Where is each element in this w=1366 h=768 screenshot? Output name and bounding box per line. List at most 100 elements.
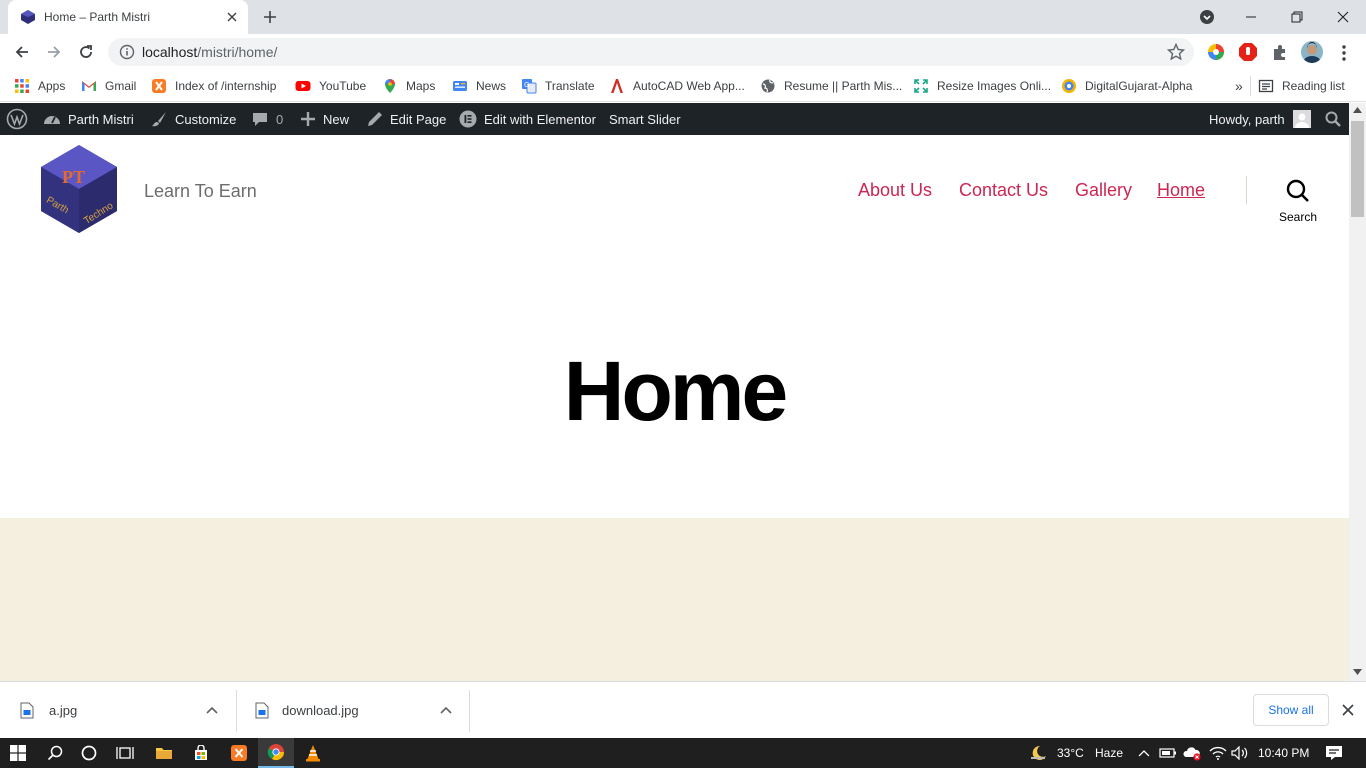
profile-avatar[interactable] <box>1301 41 1323 63</box>
resize-icon <box>913 78 929 94</box>
bookmark-digitalgujarat[interactable]: DigitalGujarat-Alpha <box>1061 76 1192 96</box>
wp-admin-bar: Parth Mistri Customize 0 New Edit Page E… <box>0 103 1366 135</box>
restore-button[interactable] <box>1274 0 1320 34</box>
file-explorer-icon[interactable] <box>146 738 182 768</box>
tab-search-button[interactable] <box>1184 0 1230 34</box>
notifications-icon[interactable] <box>1322 738 1346 768</box>
new-tab-button[interactable] <box>258 6 282 28</box>
bookmark-apps[interactable]: Apps <box>14 76 65 96</box>
clock-time[interactable]: 10:40 PM <box>1258 738 1309 768</box>
nav-home[interactable]: Home <box>1157 180 1205 201</box>
search-label: Search <box>1278 210 1318 224</box>
bookmark-news[interactable]: News <box>452 76 506 96</box>
svg-text:G: G <box>524 81 529 89</box>
bookmark-resume[interactable]: Resume || Parth Mis... <box>760 76 902 96</box>
bookmark-translate[interactable]: G Translate <box>521 76 595 96</box>
pencil-icon <box>367 111 383 127</box>
back-button[interactable] <box>8 38 36 66</box>
close-window-button[interactable] <box>1320 0 1366 34</box>
volume-icon[interactable] <box>1230 738 1250 768</box>
adblock-extension-icon[interactable] <box>1238 42 1258 62</box>
admin-site-name-label: Parth Mistri <box>68 111 134 127</box>
comment-bubble-icon <box>251 110 269 128</box>
site-logo[interactable]: PT Parth Techno <box>40 145 118 233</box>
show-all-downloads-button[interactable]: Show all <box>1253 694 1329 726</box>
search-toggle-button[interactable]: Search <box>1270 177 1326 227</box>
start-button[interactable] <box>0 738 36 768</box>
admin-customize[interactable]: Customize <box>150 103 236 135</box>
taskbar-search-icon[interactable] <box>38 738 72 768</box>
admin-site-name[interactable]: Parth Mistri <box>43 103 134 135</box>
reload-button[interactable] <box>72 38 100 66</box>
tray-chevron-up-icon[interactable] <box>1136 738 1152 768</box>
admin-account[interactable]: Howdy, parth <box>1209 103 1311 135</box>
chevron-up-icon[interactable] <box>206 706 218 714</box>
bookmark-maps[interactable]: Maps <box>382 76 435 96</box>
more-bookmarks-button[interactable]: » <box>1235 76 1243 96</box>
site-info-icon[interactable] <box>119 44 135 60</box>
bookmark-label: Resize Images Onli... <box>937 79 1052 93</box>
weather-condition[interactable]: Haze <box>1095 738 1123 768</box>
admin-edit-page[interactable]: Edit Page <box>367 103 446 135</box>
bookmark-resize-images[interactable]: Resize Images Onli... <box>913 76 1051 96</box>
scroll-up-arrow-icon[interactable] <box>1353 107 1362 113</box>
cortana-icon[interactable] <box>72 738 106 768</box>
download-item-download[interactable]: download.jpg <box>255 682 460 739</box>
globe-icon <box>760 78 776 94</box>
maps-pin-icon <box>382 78 398 94</box>
wp-logo-menu[interactable] <box>6 103 28 135</box>
dashboard-gauge-icon <box>43 110 61 128</box>
extensions-puzzle-icon[interactable] <box>1270 42 1290 62</box>
xampp-taskbar-icon[interactable] <box>221 738 257 768</box>
reading-list-button[interactable]: Reading list <box>1250 76 1345 96</box>
search-icon <box>1286 179 1310 203</box>
bookmark-star-icon[interactable] <box>1167 43 1185 61</box>
weather-moon-icon[interactable] <box>1026 738 1050 768</box>
download-divider <box>236 690 237 732</box>
admin-comments[interactable]: 0 <box>251 103 283 135</box>
admin-search-icon[interactable] <box>1325 103 1341 135</box>
admin-new[interactable]: New <box>300 103 349 135</box>
scrollbar-thumb[interactable] <box>1351 121 1364 217</box>
admin-comments-count: 0 <box>276 111 284 127</box>
page-scrollbar[interactable] <box>1349 103 1366 681</box>
minimize-button[interactable] <box>1228 0 1274 34</box>
download-shelf: a.jpg download.jpg Show all <box>0 681 1366 738</box>
bookmark-internship[interactable]: Index of /internship <box>151 76 276 96</box>
store-icon[interactable] <box>183 738 219 768</box>
bookmark-label: AutoCAD Web App... <box>633 79 745 93</box>
battery-icon[interactable] <box>1158 738 1178 768</box>
color-extension-icon[interactable] <box>1206 42 1226 62</box>
forward-button[interactable] <box>40 38 68 66</box>
chrome-taskbar-icon[interactable] <box>258 738 294 768</box>
vlc-icon[interactable] <box>295 738 331 768</box>
browser-tab[interactable]: Home – Parth Mistri <box>8 0 248 34</box>
admin-avatar <box>1292 110 1311 128</box>
admin-smart-slider[interactable]: Smart Slider <box>609 103 681 135</box>
scroll-down-arrow-icon[interactable] <box>1353 669 1362 675</box>
weather-temperature[interactable]: 33°C <box>1057 738 1084 768</box>
bookmark-autocad[interactable]: AutoCAD Web App... <box>609 76 745 96</box>
tab-close-icon[interactable] <box>222 7 242 27</box>
admin-edit-elementor[interactable]: Edit with Elementor <box>459 103 596 135</box>
browser-menu-icon[interactable] <box>1334 43 1354 63</box>
reading-list-label: Reading list <box>1282 79 1345 93</box>
bookmark-label: Translate <box>545 79 595 93</box>
wifi-icon[interactable] <box>1208 738 1228 768</box>
bookmark-label: News <box>476 79 507 93</box>
onedrive-error-icon[interactable] <box>1182 738 1202 768</box>
nav-about-us[interactable]: About Us <box>858 180 932 201</box>
wordpress-logo-icon <box>6 108 28 130</box>
nav-gallery[interactable]: Gallery <box>1075 180 1132 201</box>
bookmark-gmail[interactable]: Gmail <box>81 76 136 96</box>
download-item-a[interactable]: a.jpg <box>20 682 225 739</box>
windows-taskbar: 33°C Haze 10:40 PM <box>0 738 1366 768</box>
address-bar[interactable]: localhost/mistri/home/ <box>108 38 1194 66</box>
nav-contact-us[interactable]: Contact Us <box>959 180 1048 201</box>
url-path: /mistri/home/ <box>197 44 278 60</box>
task-view-icon[interactable] <box>108 738 142 768</box>
bookmark-youtube[interactable]: YouTube <box>295 76 366 96</box>
translate-icon: G <box>521 78 537 94</box>
close-shelf-icon[interactable] <box>1342 704 1354 716</box>
chevron-up-icon[interactable] <box>440 706 452 714</box>
